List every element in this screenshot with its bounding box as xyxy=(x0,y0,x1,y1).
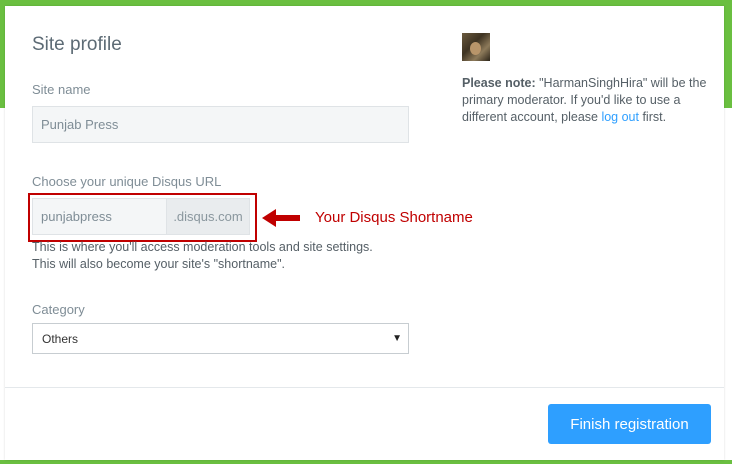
footer-divider xyxy=(5,387,724,388)
site-name-input[interactable]: Punjab Press xyxy=(32,106,409,143)
arrow-left-icon xyxy=(262,209,300,227)
log-out-link[interactable]: log out xyxy=(601,110,639,124)
moderator-note: Please note: "HarmanSinghHira" will be t… xyxy=(462,75,707,126)
page-title: Site profile xyxy=(32,34,122,55)
url-help-line-1: This is where you'll access moderation t… xyxy=(32,240,373,254)
avatar xyxy=(462,33,490,61)
chevron-down-icon: ▼ xyxy=(392,333,402,344)
category-select[interactable]: Others ▼ xyxy=(32,323,409,354)
note-bold-label: Please note: xyxy=(462,76,536,90)
url-label: Choose your unique Disqus URL xyxy=(32,174,222,189)
finish-registration-button[interactable]: Finish registration xyxy=(548,404,711,444)
note-text-end: first. xyxy=(638,110,667,124)
category-selected-value: Others xyxy=(42,331,79,346)
site-name-label: Site name xyxy=(32,82,91,97)
url-help-text: This is where you'll access moderation t… xyxy=(32,239,412,273)
category-label: Category xyxy=(32,302,85,317)
annotation-highlight-box xyxy=(28,193,257,242)
registration-card: Site profile Site name Punjab Press Choo… xyxy=(5,6,724,460)
bottom-edge xyxy=(0,460,732,464)
url-help-line-2: This will also become your site's "short… xyxy=(32,257,286,271)
annotation-label: Your Disqus Shortname xyxy=(315,209,473,226)
